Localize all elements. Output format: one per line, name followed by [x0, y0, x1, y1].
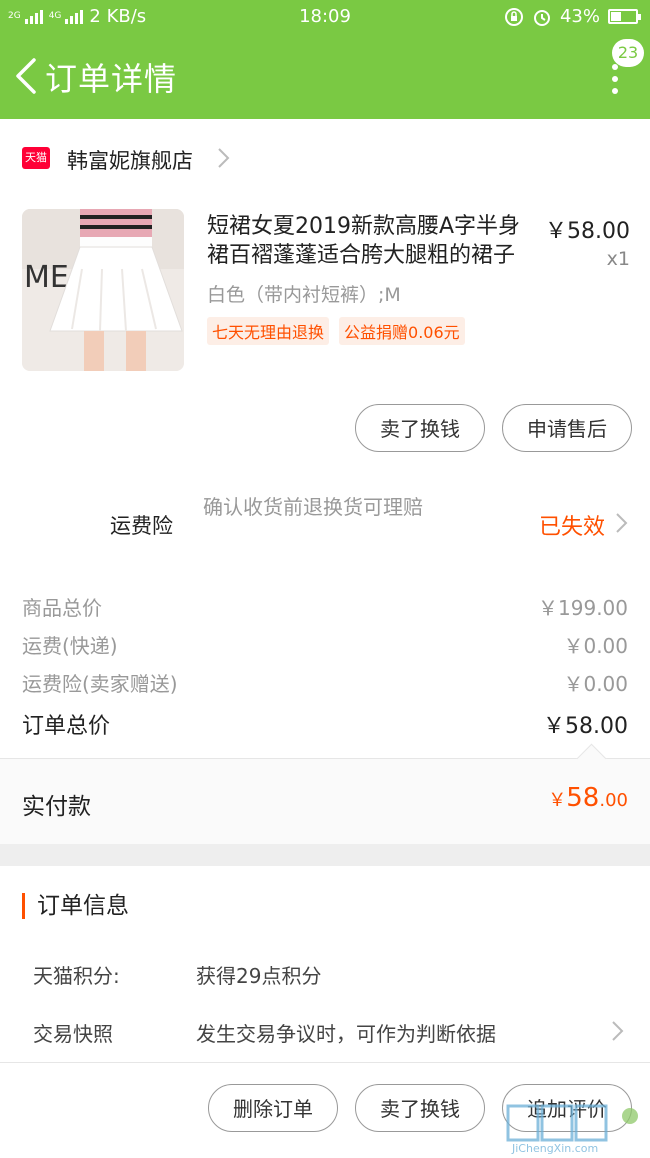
goods-total-row: 商品总价 ￥199.00: [22, 592, 628, 621]
return-policy-tag: 七天无理由退换: [207, 317, 330, 345]
insurance-status: 已失效: [538, 515, 605, 540]
payment-decimal: .00: [599, 790, 628, 811]
product-image[interactable]: ME: [22, 209, 184, 371]
alarm-icon: [533, 9, 550, 26]
nav-bar: 订单详情 23: [0, 34, 650, 119]
actual-payment-box: 实付款 ￥58.00: [0, 743, 650, 845]
product-photo-icon: ME: [22, 209, 184, 371]
battery-level: [611, 12, 621, 21]
shipping-fee-row: 运费(快递) ￥0.00: [22, 630, 628, 659]
chevron-right-icon: [616, 513, 628, 533]
battery-percent: 43%: [559, 6, 600, 27]
summary-value: ￥0.00: [563, 672, 628, 696]
sell-item-button[interactable]: 卖了换钱: [355, 404, 485, 452]
summary-label: 运费险(卖家赠送): [22, 672, 178, 696]
more-menu-icon[interactable]: [610, 64, 620, 104]
product-sku: 白色（带内衬短裤）;M: [207, 284, 401, 306]
insurance-description: 确认收货前退换货可理赔: [203, 495, 423, 519]
order-info-heading: 订单信息: [22, 893, 129, 919]
points-label: 天猫积分:: [33, 964, 120, 988]
summary-label: 运费(快递): [22, 634, 118, 658]
points-value: 获得29点积分: [196, 964, 322, 988]
product-tags: 七天无理由退换 公益捐赠0.06元: [207, 317, 465, 345]
snapshot-value: 发生交易争议时，可作为判断依据: [196, 1022, 496, 1046]
after-sale-button[interactable]: 申请售后: [502, 404, 632, 452]
chevron-right-icon: [612, 1021, 624, 1041]
callout-notch: [576, 743, 607, 774]
image-letters: ME: [24, 260, 69, 295]
summary-value: ￥199.00: [538, 596, 628, 620]
order-total-row: 订单总价 ￥58.00: [22, 708, 628, 740]
actual-payment-label: 实付款: [22, 794, 91, 820]
section-divider: [0, 844, 650, 866]
summary-value: ￥0.00: [563, 634, 628, 658]
bottom-bar-divider: [0, 1062, 650, 1063]
tmall-logo-icon: 天猫: [22, 147, 50, 169]
page-title: 订单详情: [45, 60, 178, 98]
product-title[interactable]: 短裙女夏2019新款高腰A字半身 裙百褶蓬蓬适合胯大腿粗的裙子: [207, 212, 537, 270]
actual-payment-amount: ￥58.00: [548, 783, 628, 813]
sell-button[interactable]: 卖了换钱: [355, 1084, 485, 1132]
status-right: 43%: [504, 6, 641, 27]
product-title-line1: 短裙女夏2019新款高腰A字半身: [207, 214, 521, 239]
watermark-text: JiChengXin.com: [512, 1142, 599, 1155]
payment-currency: ￥: [548, 790, 567, 811]
store-name: 韩富妮旗舰店: [67, 149, 193, 173]
summary-label: 商品总价: [22, 596, 102, 620]
snapshot-label: 交易快照: [33, 1022, 113, 1046]
lock-rotation-icon: [504, 7, 523, 26]
delete-order-button[interactable]: 删除订单: [208, 1084, 338, 1132]
battery-icon: [608, 9, 641, 24]
back-arrow-icon[interactable]: [12, 56, 42, 96]
payment-integer: 58: [566, 783, 600, 813]
insurance-fee-row: 运费险(卖家赠送) ￥0.00: [22, 668, 628, 697]
product-quantity: x1: [606, 248, 630, 270]
status-bar: 2G 4G 2 KB/s 18:09 43%: [0, 0, 650, 34]
order-total-label: 订单总价: [22, 714, 111, 739]
store-row[interactable]: 天猫 韩富妮旗舰店: [0, 119, 650, 199]
insurance-label: 运费险: [110, 514, 173, 538]
site-watermark: JiChengXin.com: [506, 1104, 646, 1155]
chevron-right-icon: [218, 148, 230, 168]
charity-tag: 公益捐赠0.06元: [339, 317, 465, 345]
message-count-badge[interactable]: 23: [612, 39, 644, 67]
order-total-value: ￥58.00: [543, 714, 628, 739]
product-price: ￥58.00: [545, 219, 630, 244]
product-title-line2: 裙百褶蓬蓬适合胯大腿粗的裙子: [207, 243, 516, 268]
